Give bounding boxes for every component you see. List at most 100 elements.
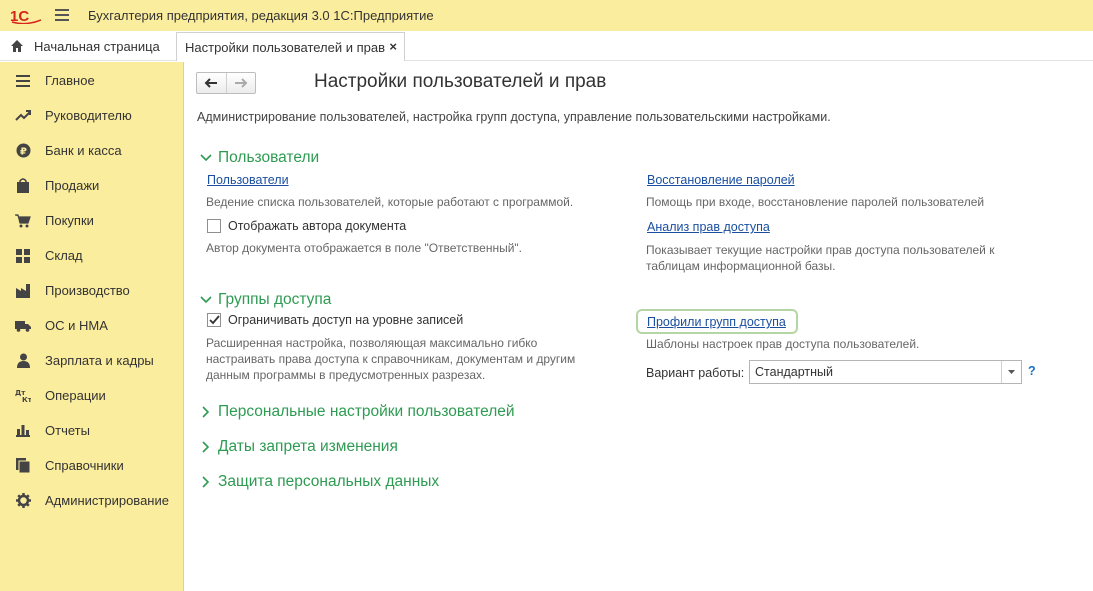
access-analysis-hint-line-1: Показывает текущие настройки прав доступ… [646,243,995,257]
sidebar-item-purchases[interactable]: Покупки [0,203,184,238]
access-analysis-hint-line-2: таблицам информационной базы. [646,259,836,273]
sidebar-item-label: Продажи [45,178,100,193]
sidebar: Главное Руководителю ₽ Банк и касса Прод… [0,62,184,591]
chevron-down-icon [200,296,212,304]
sidebar-item-warehouse[interactable]: Склад [0,238,184,273]
dt-kt-icon: Дт Кт [15,388,31,404]
restrict-access-row[interactable]: Ограничивать доступ на уровне записей [207,313,463,327]
svg-text:Кт: Кт [22,396,31,403]
restrict-access-checkbox[interactable] [207,313,221,327]
close-tab-icon[interactable]: × [389,39,397,54]
users-hint: Ведение списка пользователей, которые ра… [206,195,574,209]
title-bar: 1С Бухгалтерия предприятия, редакция 3.0… [0,0,1093,31]
list-icon [15,73,31,89]
section-title: Защита персональных данных [218,473,440,490]
chevron-down-icon [200,154,212,162]
sidebar-item-label: Банк и касса [45,143,122,158]
home-icon [11,40,23,52]
sidebar-item-catalogs[interactable]: Справочники [0,448,184,483]
help-icon[interactable]: ? [1028,364,1036,378]
page-description: Администрирование пользователей, настрой… [197,110,831,124]
work-mode-value: Стандартный [755,365,833,379]
app-title: Бухгалтерия предприятия, редакция 3.0 1С… [88,8,434,23]
sidebar-item-label: ОС и НМА [45,318,108,333]
chevron-right-icon [202,476,210,488]
grid-icon [15,248,31,264]
sidebar-item-label: Отчеты [45,423,90,438]
work-mode-select[interactable]: Стандартный [749,360,1022,384]
arrow-left-icon [205,78,218,88]
books-icon [15,458,31,474]
restrict-access-hint-line-2: настраивать права доступа к справочникам… [206,352,576,366]
sidebar-item-label: Склад [45,248,83,263]
svg-text:₽: ₽ [20,147,27,158]
tab-home[interactable]: Начальная страница [0,31,172,61]
checkmark-icon [208,315,220,325]
main-content: Настройки пользователей и прав Администр… [185,62,1093,591]
trend-icon [15,108,31,124]
sidebar-item-operations[interactable]: Дт Кт Операции [0,378,184,413]
sidebar-item-label: Справочники [45,458,124,473]
chevron-down-icon [1008,370,1015,374]
access-profiles-link[interactable]: Профили групп доступа [647,315,786,329]
back-button[interactable] [197,73,226,93]
section-title: Даты запрета изменения [218,438,398,455]
restore-passwords-link[interactable]: Восстановление паролей [647,173,795,187]
section-users-header[interactable]: Пользователи [199,149,319,167]
access-analysis-link[interactable]: Анализ прав доступа [647,220,770,234]
section-dates-header[interactable]: Даты запрета изменения [199,438,398,456]
section-protection-header[interactable]: Защита персональных данных [199,473,439,491]
restrict-access-label: Ограничивать доступ на уровне записей [228,313,464,327]
restore-passwords-hint: Помощь при входе, восстановление паролей… [646,195,985,209]
chevron-right-icon [202,441,210,453]
forward-button[interactable] [225,73,255,93]
truck-icon [15,318,31,334]
bar-chart-icon [15,423,31,439]
access-profiles-hint: Шаблоны настроек прав доступа пользовате… [646,337,920,351]
restrict-access-hint-line-1: Расширенная настройка, позволяющая макси… [206,336,538,350]
restrict-access-hint-line-3: данным программы в предусмотренных разре… [206,368,486,382]
sidebar-item-label: Операции [45,388,106,403]
sidebar-item-label: Зарплата и кадры [45,353,154,368]
work-mode-label: Вариант работы: [646,366,745,380]
person-icon [15,353,31,369]
sidebar-item-label: Администрирование [45,493,169,508]
sidebar-item-label: Руководителю [45,108,132,123]
sidebar-item-fixed-assets[interactable]: ОС и НМА [0,308,184,343]
tab-active-label: Настройки пользователей и прав [185,39,386,55]
show-author-row[interactable]: Отображать автора документа [207,219,406,233]
sidebar-item-label: Главное [45,73,95,88]
section-groups-header[interactable]: Группы доступа [199,291,331,309]
sidebar-item-label: Производство [45,283,130,298]
sidebar-item-administration[interactable]: Администрирование [0,483,184,518]
main-menu-icon[interactable] [55,9,69,21]
tab-users-rights[interactable]: Настройки пользователей и прав × [176,32,405,61]
sidebar-item-main[interactable]: Главное [0,63,184,98]
sidebar-item-sales[interactable]: Продажи [0,168,184,203]
users-link[interactable]: Пользователи [207,173,289,187]
navigation-buttons [196,72,256,94]
sidebar-item-salary[interactable]: Зарплата и кадры [0,343,184,378]
show-author-label: Отображать автора документа [228,219,407,233]
show-author-hint: Автор документа отображается в поле "Отв… [206,241,523,255]
show-author-checkbox[interactable] [207,219,221,233]
sidebar-item-production[interactable]: Производство [0,273,184,308]
chevron-right-icon [202,406,210,418]
arrow-right-icon [234,78,248,88]
gear-icon [15,493,31,509]
bag-icon [15,178,31,194]
sidebar-item-bank[interactable]: ₽ Банк и касса [0,133,184,168]
sidebar-item-manager[interactable]: Руководителю [0,98,184,133]
section-title: Пользователи [218,149,320,166]
tab-home-label: Начальная страница [34,38,160,54]
factory-icon [15,283,31,299]
1c-logo[interactable]: 1С [10,7,44,24]
section-title: Персональные настройки пользователей [218,403,515,420]
section-title: Группы доступа [218,291,332,308]
section-personal-header[interactable]: Персональные настройки пользователей [199,403,515,421]
cart-icon [15,213,31,229]
ruble-icon: ₽ [15,143,31,159]
sidebar-item-label: Покупки [45,213,94,228]
dropdown-button[interactable] [1001,361,1021,383]
sidebar-item-reports[interactable]: Отчеты [0,413,184,448]
